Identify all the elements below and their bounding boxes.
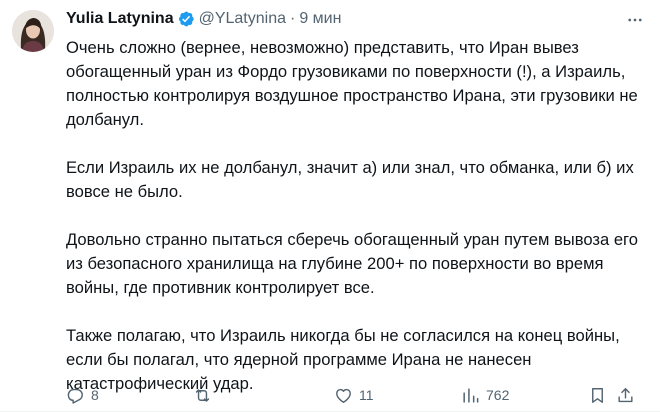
tweet-paragraph: Очень сложно (вернее, невозможно) предст… xyxy=(66,38,638,129)
like-count: 11 xyxy=(359,387,374,403)
avatar[interactable] xyxy=(12,10,54,52)
share-icon xyxy=(618,387,633,402)
tweet-paragraph: Довольно странно пытаться сберечь обогащ… xyxy=(66,230,638,297)
author-handle[interactable]: @YLatynina xyxy=(199,10,286,28)
like-button[interactable]: 11 xyxy=(334,383,374,407)
reply-button[interactable]: 8 xyxy=(66,383,99,407)
views-icon xyxy=(463,387,479,403)
avatar-photo xyxy=(12,10,54,52)
tweet: Yulia Latynina @YLatynina · 9 мин Очень … xyxy=(0,0,660,412)
more-icon[interactable] xyxy=(624,10,646,30)
reply-icon xyxy=(67,388,83,404)
tweet-content: Yulia Latynina @YLatynina · 9 мин Очень … xyxy=(66,8,648,396)
share-button[interactable] xyxy=(616,383,635,407)
reply-count: 8 xyxy=(91,387,99,403)
views-button[interactable]: 762 xyxy=(461,383,509,407)
tweet-header: Yulia Latynina @YLatynina · 9 мин xyxy=(66,8,648,30)
tweet-actions: 8 11 762 xyxy=(66,383,648,407)
views-count: 762 xyxy=(486,387,510,403)
tweet-timestamp[interactable]: 9 мин xyxy=(299,10,341,28)
author-name[interactable]: Yulia Latynina xyxy=(66,10,174,28)
tweet-paragraph: Если Израиль их не долбанул, значит а) и… xyxy=(66,158,634,201)
bookmark-icon xyxy=(592,387,603,403)
verified-badge-icon[interactable] xyxy=(177,10,195,28)
bookmark-button[interactable] xyxy=(588,383,607,407)
tweet-text: Очень сложно (вернее, невозможно) предст… xyxy=(66,36,648,396)
retweet-icon xyxy=(195,388,210,402)
like-icon xyxy=(336,388,351,403)
separator-dot: · xyxy=(290,10,296,27)
retweet-button[interactable] xyxy=(193,383,218,407)
